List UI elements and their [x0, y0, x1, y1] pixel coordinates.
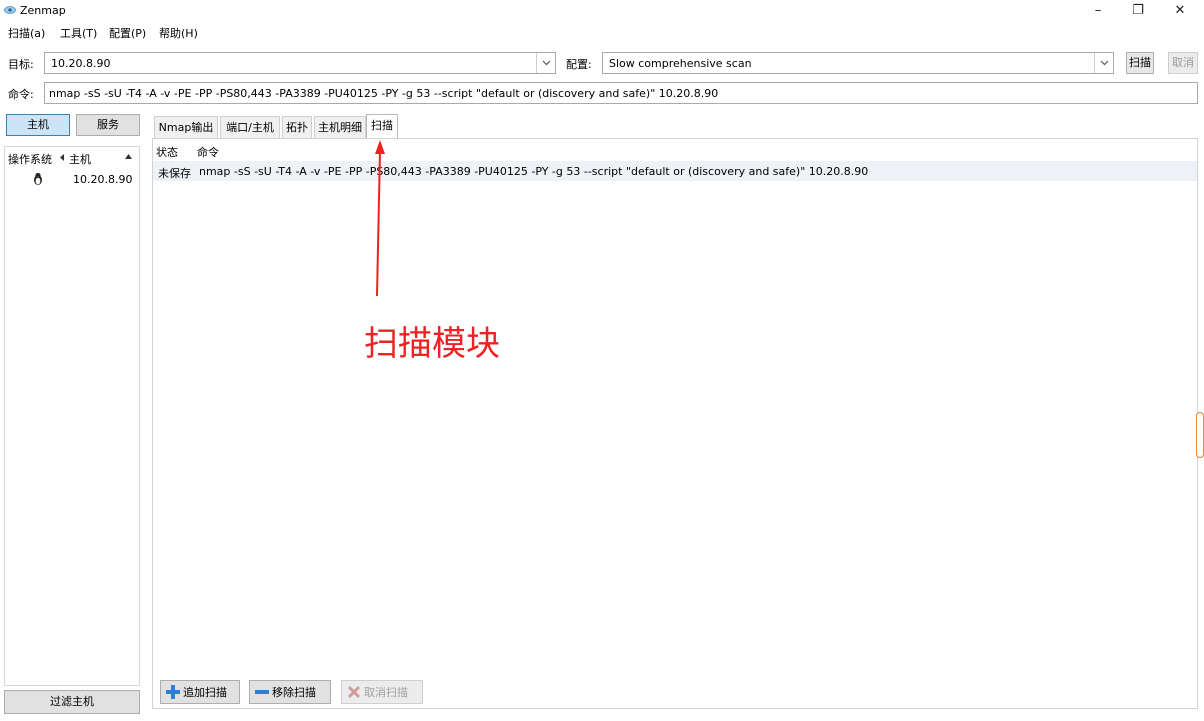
host-row[interactable]: 10.20.8.90: [5, 169, 139, 189]
scan-status: 未保存: [158, 167, 191, 180]
os-column-header[interactable]: 操作系统: [8, 151, 52, 167]
services-tab-button[interactable]: 服务: [76, 114, 140, 136]
cancel-scan-button[interactable]: 取消扫描: [341, 680, 423, 704]
target-dropdown-button[interactable]: [536, 53, 555, 73]
close-button[interactable]: ✕: [1160, 0, 1200, 22]
menu-tools[interactable]: 工具(T): [60, 25, 97, 41]
cancel-scan-label: 取消扫描: [364, 686, 408, 699]
menu-profile[interactable]: 配置(P): [109, 25, 146, 41]
annotation-label: 扫描模块: [364, 324, 500, 364]
host-list-header: 操作系统 主机: [5, 147, 139, 167]
command-input[interactable]: nmap -sS -sU -T4 -A -v -PE -PP -PS80,443…: [44, 82, 1198, 104]
scan-row[interactable]: 未保存 nmap -sS -sU -T4 -A -v -PE -PP -PS80…: [153, 161, 1197, 181]
status-column-header[interactable]: 状态: [156, 144, 178, 160]
minimize-button[interactable]: –: [1078, 0, 1118, 22]
host-address: 10.20.8.90: [73, 173, 133, 186]
tab-ports-hosts[interactable]: 端口/主机: [220, 116, 280, 138]
tab-host-details[interactable]: 主机明细: [314, 116, 366, 138]
remove-scan-button[interactable]: 移除扫描: [249, 680, 331, 704]
scans-table-header: 状态 命令: [153, 139, 1197, 159]
profile-label: 配置:: [566, 58, 592, 71]
chevron-down-icon: [1100, 60, 1108, 66]
target-combo[interactable]: 10.20.8.90: [44, 52, 556, 74]
profile-dropdown-button[interactable]: [1094, 53, 1113, 73]
target-value: 10.20.8.90: [51, 57, 111, 70]
menu-help[interactable]: 帮助(H): [159, 25, 198, 41]
host-panel: 主机 服务 操作系统 主机 10.20.8.90: [4, 114, 140, 689]
annotation-arrow-icon: [375, 140, 385, 297]
cancel-button[interactable]: 取消: [1168, 52, 1198, 74]
cancel-x-icon: [347, 685, 361, 699]
tab-scans[interactable]: 扫描: [366, 114, 398, 138]
target-label: 目标:: [8, 58, 34, 71]
tab-nmap-output[interactable]: Nmap输出: [154, 116, 218, 138]
command-value: nmap -sS -sU -T4 -A -v -PE -PP -PS80,443…: [49, 87, 719, 100]
hosts-tab-button[interactable]: 主机: [6, 114, 70, 136]
filter-hosts-button[interactable]: 过滤主机: [4, 690, 140, 714]
menu-scan[interactable]: 扫描(a): [8, 25, 45, 41]
profile-value: Slow comprehensive scan: [609, 57, 752, 70]
sort-up-icon: [125, 154, 132, 159]
remove-scan-label: 移除扫描: [272, 686, 316, 699]
scroll-handle[interactable]: [1196, 412, 1204, 458]
command-label: 命令:: [8, 88, 34, 101]
add-scan-label: 追加扫描: [183, 686, 227, 699]
add-scan-button[interactable]: 追加扫描: [160, 680, 240, 704]
chevron-down-icon: [542, 60, 550, 66]
column-left-arrow-icon: [60, 154, 64, 161]
zenmap-eye-icon: [4, 6, 16, 14]
tab-topology[interactable]: 拓扑: [282, 116, 312, 138]
linux-penguin-icon: [34, 172, 42, 185]
profile-combo[interactable]: Slow comprehensive scan: [602, 52, 1114, 74]
menu-bar: 扫描(a) 工具(T) 配置(P) 帮助(H): [0, 22, 1204, 42]
scan-button[interactable]: 扫描: [1126, 52, 1154, 74]
plus-icon: [166, 685, 180, 699]
host-list: 操作系统 主机 10.20.8.90: [4, 146, 140, 686]
restore-button[interactable]: ❐: [1118, 0, 1158, 22]
title-bar: Zenmap – ❐ ✕: [0, 0, 1204, 22]
minus-icon: [255, 690, 269, 694]
command-column-header[interactable]: 命令: [197, 144, 219, 160]
scan-command: nmap -sS -sU -T4 -A -v -PE -PP -PS80,443…: [199, 165, 869, 178]
host-column-header[interactable]: 主机: [69, 151, 91, 167]
app-title: Zenmap: [20, 4, 66, 17]
scans-panel: 状态 命令 未保存 nmap -sS -sU -T4 -A -v -PE -PP…: [152, 138, 1198, 709]
